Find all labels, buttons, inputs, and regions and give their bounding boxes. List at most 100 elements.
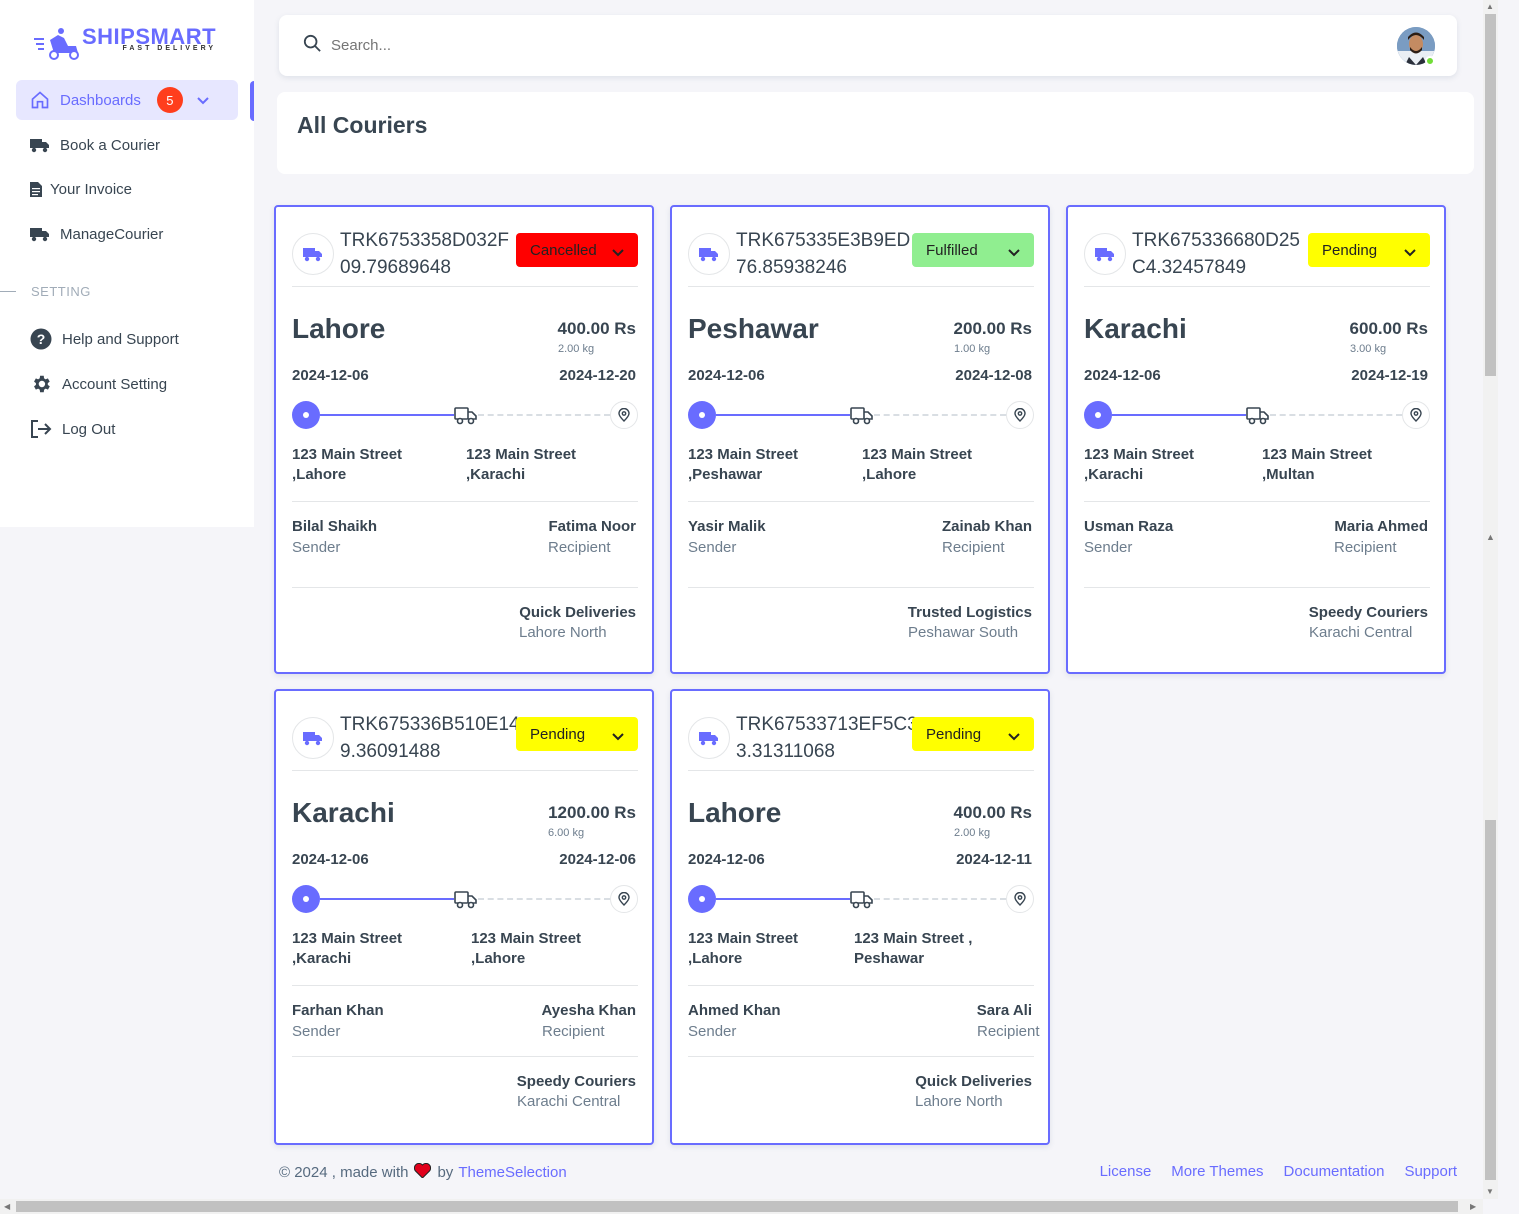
address-line: ,Karachi: [1084, 466, 1144, 483]
status-label: Pending: [926, 725, 982, 743]
sidebar-item-dashboards[interactable]: Dashboards 5: [16, 80, 238, 120]
courier-branch: Lahore North: [915, 1093, 1003, 1110]
recipient-name: Zainab Khan: [941, 518, 1032, 535]
section-header-setting: SETTING: [0, 284, 91, 299]
chevron-down-icon[interactable]: [197, 92, 209, 109]
address-line: ,Lahore: [292, 466, 347, 483]
status-dropdown[interactable]: Pending: [912, 717, 1034, 751]
date-from: 2024-12-06: [688, 367, 765, 384]
truck-icon: [1084, 233, 1126, 275]
price: 400.00 Rs: [557, 319, 636, 338]
recipient-role: Recipient: [1334, 539, 1397, 556]
status-dropdown[interactable]: Fulfilled: [912, 233, 1034, 267]
destination-address: 123 Main Street , Peshawar: [854, 929, 972, 969]
sidebar-item-help-support[interactable]: ? Help and Support: [16, 319, 238, 359]
truck-icon: [688, 233, 730, 275]
footer-copyright: © 2024 , made with: [279, 1164, 409, 1181]
sidebar-item-book-courier[interactable]: Book a Courier: [16, 125, 238, 165]
recipient-role: Recipient: [542, 1023, 605, 1040]
courier-card[interactable]: TRK675336B510E14 9.36091488 Pending Kara…: [274, 689, 654, 1145]
destination-address: 123 Main Street ,Lahore: [471, 929, 581, 969]
destination-city: Karachi: [292, 797, 395, 828]
address-line: 123 Main Street: [292, 446, 403, 463]
courier-card[interactable]: TRK6753358D032F 09.79689648 Cancelled La…: [274, 205, 654, 674]
sidebar-item-label: ManageCourier: [60, 225, 164, 243]
address-line: 123 Main Street: [1262, 446, 1373, 463]
scroll-right-arrow-icon[interactable]: ▶: [1470, 1202, 1476, 1211]
origin-dot: [292, 401, 320, 429]
scroll-up-arrow-icon[interactable]: ▲: [1486, 532, 1495, 542]
price: 600.00 Rs: [1349, 319, 1428, 338]
card-header: TRK675336B510E14 9.36091488 Pending: [292, 711, 638, 771]
horizontal-scrollbar[interactable]: ◀ ▶: [0, 1199, 1483, 1214]
origin-dot: [688, 885, 716, 913]
sender-name: Bilal Shaikh: [292, 518, 378, 535]
notification-badge: 5: [156, 87, 183, 113]
online-status-dot: [1425, 56, 1435, 66]
address-line: 123 Main Street: [466, 446, 577, 463]
recipient-name: Sara Ali: [976, 1002, 1032, 1019]
origin-address: 123 Main Street ,Peshawar: [688, 445, 798, 485]
divider: [0, 291, 16, 292]
footer-link-documentation[interactable]: Documentation: [1284, 1163, 1385, 1180]
address-line: ,Lahore: [862, 466, 917, 483]
sidebar-item-your-invoice[interactable]: Your Invoice: [16, 169, 238, 209]
search-box[interactable]: [303, 34, 631, 57]
footer-link-license[interactable]: License: [1100, 1163, 1152, 1180]
address-line: 123 Main Street: [471, 930, 582, 947]
truck-icon: [688, 717, 730, 759]
footer-link-more-themes[interactable]: More Themes: [1171, 1163, 1263, 1180]
status-label: Pending: [1322, 241, 1378, 259]
truck-icon: [454, 889, 478, 914]
courier-card[interactable]: TRK675335E3B9ED 76.85938246 Fulfilled Pe…: [670, 205, 1050, 674]
footer-by: by: [437, 1164, 454, 1181]
scroll-down-arrow-icon[interactable]: ▼: [1486, 1187, 1494, 1196]
shipment-progress: [292, 401, 638, 429]
sidebar-item-log-out[interactable]: Log Out: [16, 409, 238, 449]
chevron-down-icon: [1404, 244, 1416, 261]
courier-card[interactable]: TRK675336680D25 C4.32457849 Pending Kara…: [1066, 205, 1446, 674]
sidebar-item-manage-courier[interactable]: ManageCourier: [16, 214, 238, 254]
progress-line: [716, 414, 850, 416]
destination-address: 123 Main Street ,Lahore: [862, 445, 972, 485]
sender-role: Sender: [688, 539, 737, 556]
scroll-up-arrow-icon[interactable]: ▲: [1486, 2, 1494, 11]
scrollbar-thumb[interactable]: [1485, 820, 1496, 1180]
tracking-number-line2: C4.32457849: [1132, 257, 1247, 278]
status-dropdown[interactable]: Pending: [516, 717, 638, 751]
weight: 1.00 kg: [954, 343, 991, 355]
destination-address: 123 Main Street ,Karachi: [466, 445, 576, 485]
status-dropdown[interactable]: Cancelled: [516, 233, 638, 267]
footer-link-support[interactable]: Support: [1404, 1163, 1457, 1180]
recipient-name: Maria Ahmed: [1334, 518, 1428, 535]
date-from: 2024-12-06: [292, 851, 369, 868]
courier-card[interactable]: TRK67533713EF5C3 3.31311068 Pending Laho…: [670, 689, 1050, 1145]
chevron-down-icon: [1008, 244, 1020, 261]
status-dropdown[interactable]: Pending: [1308, 233, 1430, 267]
sidebar-item-account-setting[interactable]: Account Setting: [16, 364, 238, 404]
truck-icon: [30, 135, 50, 155]
tracking-number: TRK675336680D25 C4.32457849: [1132, 227, 1312, 281]
status-label: Cancelled: [530, 241, 597, 259]
address-line: ,Lahore: [471, 950, 526, 967]
divider: [1084, 587, 1430, 588]
scroll-left-arrow-icon[interactable]: ◀: [4, 1202, 10, 1211]
address-line: ,Karachi: [292, 950, 352, 967]
tracking-number-line1: TRK675335E3B9ED: [736, 230, 911, 251]
date-to: 2024-12-08: [955, 367, 1032, 384]
sender-role: Sender: [292, 539, 341, 556]
tracking-number-line2: 76.85938246: [736, 257, 847, 278]
footer-author-link[interactable]: ThemeSelection: [458, 1164, 566, 1181]
brand-logo[interactable]: SHIPSMART FAST DELIVERY: [32, 26, 216, 60]
vertical-scrollbar[interactable]: ▲ ▼: [1483, 0, 1498, 1199]
progress-line: [716, 898, 850, 900]
destination-city: Peshawar: [688, 313, 819, 344]
search-input[interactable]: [331, 37, 631, 54]
weight: 2.00 kg: [558, 343, 595, 355]
scrollbar-thumb[interactable]: [16, 1201, 1458, 1212]
date-from: 2024-12-06: [292, 367, 369, 384]
courier-branch: Lahore North: [519, 624, 607, 641]
sidebar-item-label: Your Invoice: [50, 180, 133, 198]
scrollbar-thumb[interactable]: [1485, 14, 1496, 376]
recipient-name: Fatima Noor: [548, 518, 636, 535]
